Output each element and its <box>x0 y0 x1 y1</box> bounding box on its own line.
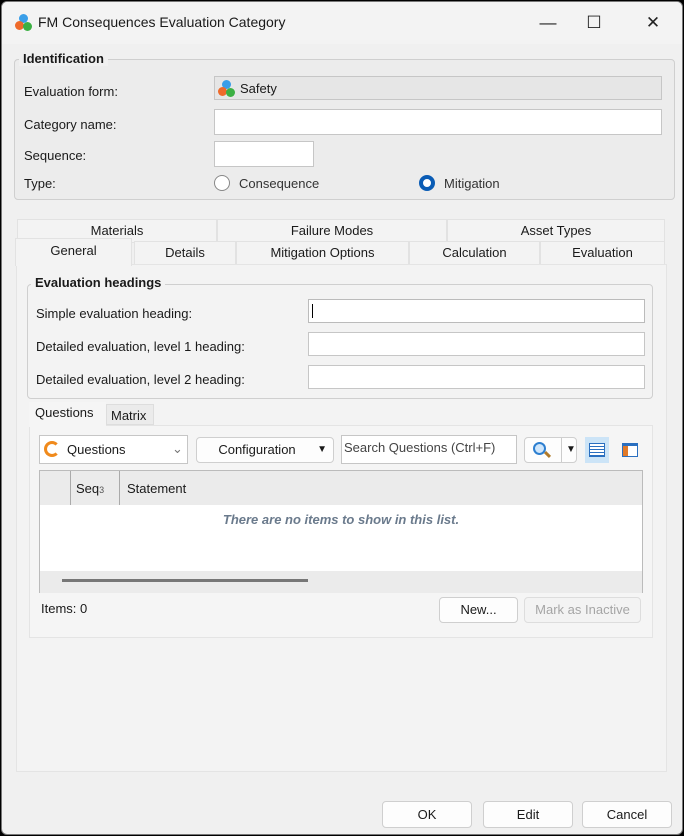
empty-list-message: There are no items to show in this list. <box>222 512 460 527</box>
consequence-radio[interactable] <box>214 175 230 191</box>
type-label: Type: <box>24 176 56 191</box>
grid-header: Seq3 Statement <box>40 471 642 505</box>
tab-calculation[interactable]: Calculation <box>409 241 540 265</box>
search-input[interactable]: Search Questions (Ctrl+F) <box>341 435 517 464</box>
cancel-button[interactable]: Cancel <box>582 801 672 828</box>
sequence-input[interactable] <box>214 141 314 167</box>
list-view-button[interactable] <box>585 437 609 463</box>
evaluation-form-label: Evaluation form: <box>24 84 118 99</box>
consequence-label[interactable]: Consequence <box>239 176 319 191</box>
list-view-icon <box>589 443 605 457</box>
detail-view-icon <box>622 443 638 457</box>
edit-button[interactable]: Edit <box>483 801 573 828</box>
tab-questions[interactable]: Questions <box>29 402 106 427</box>
configuration-label: Configuration <box>218 442 296 457</box>
ok-button[interactable]: OK <box>382 801 472 828</box>
level2-heading-input[interactable] <box>308 365 645 389</box>
dialog-window: FM Consequences Evaluation Category — ☐ … <box>1 1 683 835</box>
questions-icon <box>44 441 60 457</box>
column-seq-label: Seq <box>76 481 100 496</box>
form-icon <box>218 80 236 98</box>
tab-mitigation-options[interactable]: Mitigation Options <box>236 241 409 265</box>
level1-heading-label: Detailed evaluation, level 1 heading: <box>36 339 245 354</box>
view-select-value: Questions <box>67 442 126 457</box>
evaluation-form-value: Safety <box>240 81 277 96</box>
column-seq[interactable]: Seq3 <box>70 471 120 505</box>
detail-view-button[interactable] <box>618 437 642 463</box>
tab-general[interactable]: General <box>15 238 132 266</box>
evaluation-headings-legend: Evaluation headings <box>31 275 166 290</box>
tab-asset-types[interactable]: Asset Types <box>447 219 665 243</box>
identification-legend: Identification <box>19 51 108 66</box>
sort-indicator: 3 <box>99 485 105 495</box>
search-button[interactable]: ▼ <box>524 437 577 463</box>
configuration-button[interactable]: Configuration ▼ <box>196 437 334 463</box>
mark-inactive-button[interactable]: Mark as Inactive <box>524 597 641 623</box>
items-count: Items: 0 <box>41 601 88 616</box>
chevron-down-icon: ⌄ <box>172 441 183 456</box>
horizontal-scrollbar[interactable] <box>40 571 642 593</box>
mitigation-label[interactable]: Mitigation <box>444 176 500 191</box>
scrollbar-thumb[interactable] <box>62 579 308 582</box>
mitigation-radio[interactable] <box>419 175 435 191</box>
tab-details[interactable]: Details <box>134 241 236 265</box>
simple-heading-label: Simple evaluation heading: <box>36 306 193 321</box>
close-button[interactable]: ✕ <box>638 10 668 36</box>
minimize-button[interactable]: — <box>533 10 563 36</box>
app-logo-icon <box>15 14 33 32</box>
new-button[interactable]: New... <box>439 597 518 623</box>
maximize-button[interactable]: ☐ <box>579 10 609 36</box>
search-icon-handle <box>543 450 552 459</box>
column-statement[interactable]: Statement <box>127 481 186 496</box>
level2-heading-label: Detailed evaluation, level 2 heading: <box>36 372 245 387</box>
category-name-label: Category name: <box>24 117 117 132</box>
search-dropdown-icon[interactable]: ▼ <box>561 438 576 462</box>
tab-failure-modes[interactable]: Failure Modes <box>217 219 447 243</box>
tab-evaluation[interactable]: Evaluation <box>540 241 665 265</box>
tab-matrix[interactable]: Matrix <box>106 404 154 425</box>
dropdown-arrow-icon: ▼ <box>317 444 327 455</box>
view-select[interactable]: Questions ⌄ <box>39 435 188 464</box>
level1-heading-input[interactable] <box>308 332 645 356</box>
window-title: FM Consequences Evaluation Category <box>38 14 286 30</box>
title-bar: FM Consequences Evaluation Category — ☐ … <box>2 2 682 44</box>
sequence-label: Sequence: <box>24 148 87 163</box>
category-name-input[interactable] <box>214 109 662 135</box>
questions-grid: Seq3 Statement There are no items to sho… <box>39 470 643 593</box>
evaluation-form-field: Safety <box>214 76 662 100</box>
simple-heading-input[interactable] <box>308 299 645 323</box>
